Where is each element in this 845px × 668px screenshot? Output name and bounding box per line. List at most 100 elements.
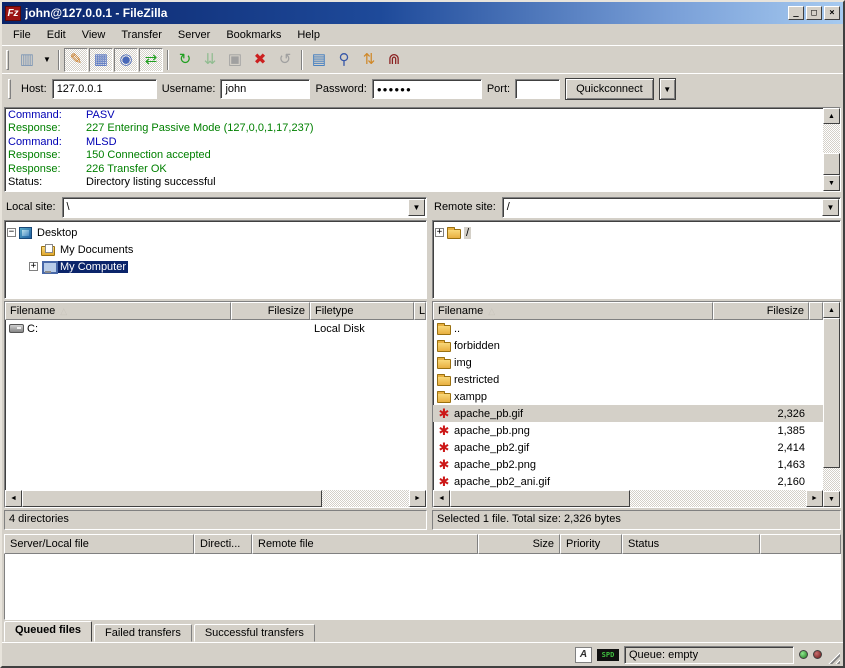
- local-column-header[interactable]: L: [414, 302, 426, 320]
- local-column-header[interactable]: Filesize: [231, 302, 310, 320]
- scroll-left-icon[interactable]: ◄: [5, 490, 22, 507]
- remote-vscrollbar-thumb[interactable]: [823, 318, 840, 468]
- queue-column-header[interactable]: Server/Local file: [4, 534, 194, 554]
- remote-site-combo[interactable]: / ▼: [502, 197, 841, 218]
- local-column-header[interactable]: Filetype: [310, 302, 414, 320]
- local-tree-item[interactable]: −Desktop: [7, 224, 424, 241]
- quickconnect-grip[interactable]: [8, 79, 11, 99]
- menu-server[interactable]: Server: [170, 26, 218, 44]
- tab-successful-transfers[interactable]: Successful transfers: [194, 624, 315, 642]
- folder-icon: [437, 359, 451, 369]
- queue-column-header[interactable]: Size: [478, 534, 560, 554]
- remote-file-row[interactable]: forbidden: [433, 337, 823, 354]
- toggle-log-view-button[interactable]: ✎: [64, 48, 88, 72]
- synchronized-browsing-button[interactable]: ⇅: [357, 48, 381, 72]
- remote-tree-item[interactable]: +/: [435, 224, 838, 241]
- log-line-text: PASV: [86, 109, 115, 121]
- chevron-down-icon[interactable]: ▼: [408, 199, 425, 216]
- toggle-local-tree-button[interactable]: ▦: [89, 48, 113, 72]
- site-manager-button[interactable]: ▥: [15, 48, 39, 72]
- close-button[interactable]: ×: [824, 6, 840, 20]
- minimize-button[interactable]: _: [788, 6, 804, 20]
- toggle-queue-view-button[interactable]: ⇄: [139, 48, 163, 72]
- expand-icon[interactable]: +: [435, 228, 444, 237]
- remote-list-rows: ..forbiddenimgrestricted xampp ✱apache_pb.…: [433, 320, 823, 490]
- local-hscrollbar[interactable]: ◄ ►: [5, 490, 426, 507]
- local-file-row[interactable]: C:Local Disk: [5, 320, 426, 337]
- local-site-combo[interactable]: \ ▼: [62, 197, 427, 218]
- column-label: Filesize: [767, 305, 804, 317]
- quickconnect-dropdown[interactable]: ▼: [659, 78, 676, 100]
- remote-file-row[interactable]: ✱apache_pb.gif2,326: [433, 405, 823, 422]
- column-label: Directi...: [200, 538, 240, 550]
- remote-file-row[interactable]: ✱apache_pb2_ani.gif2,160: [433, 473, 823, 490]
- menu-edit[interactable]: Edit: [39, 26, 74, 44]
- remote-column-header[interactable]: [809, 302, 823, 320]
- remote-file-row[interactable]: ✱apache_pb2.png1,463: [433, 456, 823, 473]
- local-tree-item[interactable]: My Documents: [7, 241, 424, 258]
- log-scrollbar-thumb[interactable]: [823, 153, 840, 175]
- toolbar-grip[interactable]: [6, 50, 9, 70]
- expand-icon[interactable]: +: [29, 262, 38, 271]
- maximize-button[interactable]: □: [806, 6, 822, 20]
- remote-column-header[interactable]: Filesize: [713, 302, 809, 320]
- chevron-down-icon[interactable]: ▼: [822, 199, 839, 216]
- remote-hscrollbar-thumb[interactable]: [450, 490, 630, 507]
- log-scrollbar[interactable]: ▲ ▼: [823, 108, 840, 191]
- quickconnect-bar: Host: Username: Password: Port: Quickcon…: [2, 73, 843, 104]
- password-input[interactable]: [372, 79, 482, 99]
- scroll-down-icon[interactable]: ▼: [823, 175, 840, 191]
- host-input[interactable]: [52, 79, 157, 99]
- scroll-right-icon[interactable]: ►: [409, 490, 426, 507]
- menu-help[interactable]: Help: [289, 26, 328, 44]
- queue-column-header[interactable]: Directi...: [194, 534, 252, 554]
- menu-file[interactable]: File: [5, 26, 39, 44]
- scroll-down-icon[interactable]: ▼: [823, 491, 840, 507]
- file-search-button[interactable]: ⚲: [332, 48, 356, 72]
- menu-view[interactable]: View: [74, 26, 114, 44]
- port-input[interactable]: [515, 79, 560, 99]
- remote-file-row[interactable]: img: [433, 354, 823, 371]
- menu-bookmarks[interactable]: Bookmarks: [218, 26, 289, 44]
- remote-file-row[interactable]: ✱apache_pb.png1,385: [433, 422, 823, 439]
- remote-vscrollbar[interactable]: ▲ ▼: [823, 302, 840, 507]
- tab-queued-files[interactable]: Queued files: [4, 621, 92, 642]
- local-hscrollbar-thumb[interactable]: [22, 490, 322, 507]
- queue-column-header[interactable]: [760, 534, 841, 554]
- local-column-header[interactable]: Filename△: [5, 302, 231, 320]
- disconnect-button[interactable]: ✖: [248, 48, 272, 72]
- remote-column-header[interactable]: Filename△: [433, 302, 713, 320]
- refresh-button[interactable]: ↻: [173, 48, 197, 72]
- log-line: Status:Directory listing successful: [8, 176, 820, 189]
- scroll-right-icon[interactable]: ►: [806, 490, 823, 507]
- log-line-label: Status:: [8, 176, 86, 189]
- scroll-left-icon[interactable]: ◄: [433, 490, 450, 507]
- collapse-icon[interactable]: −: [7, 228, 16, 237]
- queue-column-header[interactable]: Priority: [560, 534, 622, 554]
- queue-column-header[interactable]: Remote file: [252, 534, 478, 554]
- remote-file-row[interactable]: ✱apache_pb2.gif2,414: [433, 439, 823, 456]
- scroll-up-icon[interactable]: ▲: [823, 108, 840, 124]
- scroll-up-icon[interactable]: ▲: [823, 302, 840, 318]
- site-manager-dropdown[interactable]: ▼: [40, 48, 54, 72]
- remote-file-row[interactable]: xampp: [433, 388, 823, 405]
- menu-transfer[interactable]: Transfer: [113, 26, 170, 44]
- filename-text: xampp: [454, 391, 487, 403]
- filetype-cell: Local Disk: [310, 323, 414, 335]
- local-tree-item[interactable]: +My Computer: [7, 258, 424, 275]
- resize-grip[interactable]: [827, 651, 840, 664]
- log-line-text: 226 Transfer OK: [86, 163, 167, 175]
- log-line: Command:MLSD: [8, 136, 820, 149]
- remote-file-row[interactable]: ..: [433, 320, 823, 337]
- queue-column-header[interactable]: Status: [622, 534, 760, 554]
- username-input[interactable]: [220, 79, 310, 99]
- speed-limit-icon[interactable]: SPD: [597, 649, 619, 661]
- remote-file-row[interactable]: restricted: [433, 371, 823, 388]
- quickconnect-button[interactable]: Quickconnect: [565, 78, 654, 100]
- filter-button[interactable]: ▤: [307, 48, 331, 72]
- directory-comparison-button[interactable]: ⋒: [382, 48, 406, 72]
- tab-failed-transfers[interactable]: Failed transfers: [94, 624, 192, 642]
- toggle-remote-tree-button[interactable]: ◉: [114, 48, 138, 72]
- datatype-icon[interactable]: A: [575, 647, 592, 663]
- remote-hscrollbar[interactable]: ◄ ►: [433, 490, 823, 507]
